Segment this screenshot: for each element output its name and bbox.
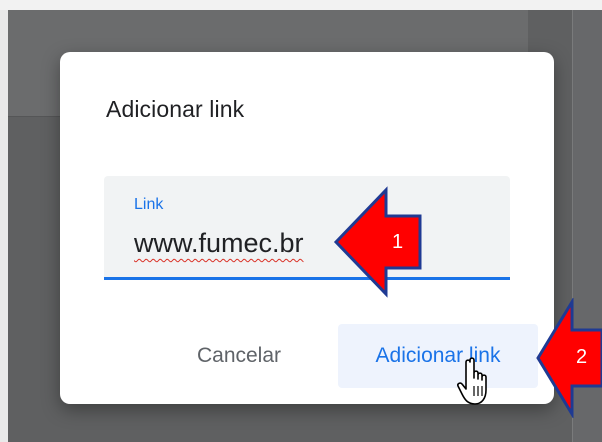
callout-1: 1 xyxy=(332,186,424,298)
add-link-button[interactable]: Adicionar link xyxy=(338,324,538,388)
backdrop-left-strip xyxy=(0,10,8,442)
callout-2-number: 2 xyxy=(576,346,588,368)
cancel-button[interactable]: Cancelar xyxy=(164,334,314,378)
callout-1-number: 1 xyxy=(392,231,404,253)
link-input-field[interactable]: Link www.fumec.br xyxy=(104,176,510,280)
link-input[interactable]: www.fumec.br xyxy=(134,228,304,259)
link-field-label: Link xyxy=(134,196,164,213)
callout-2-arrow-icon xyxy=(536,296,602,420)
callout-2: 2 xyxy=(534,296,602,420)
add-link-dialog: Adicionar link Link www.fumec.br Cancela… xyxy=(60,52,554,404)
callout-1-arrow-icon xyxy=(333,186,422,298)
hand-pointer-icon xyxy=(457,357,487,405)
dialog-title: Adicionar link xyxy=(106,96,245,122)
backdrop-top-strip xyxy=(0,0,602,10)
